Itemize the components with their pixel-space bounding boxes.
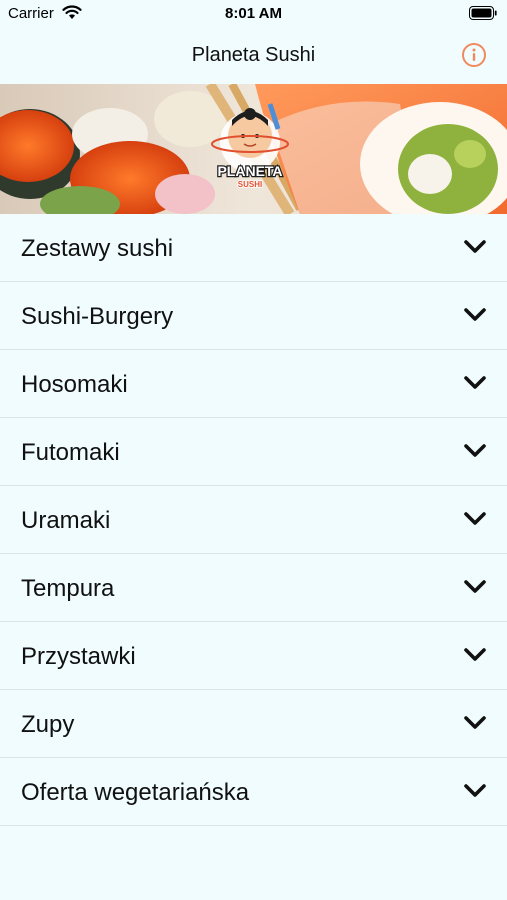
chevron-down-icon	[464, 376, 486, 389]
category-label: Zupy	[21, 711, 75, 738]
category-row[interactable]: Przystawki	[0, 622, 507, 690]
category-row[interactable]: Zupy	[0, 690, 507, 758]
category-label: Zestawy sushi	[21, 235, 174, 262]
category-row[interactable]: Sushi-Burgery	[0, 282, 507, 350]
category-row[interactable]: Tempura	[0, 554, 507, 622]
navigation-bar: Planeta Sushi	[0, 28, 507, 84]
category-list: Zestawy sushi Sushi-Burgery Hosomaki Futoma…	[0, 214, 507, 826]
category-label: Oferta wegetariańska	[21, 779, 250, 806]
battery-icon	[469, 6, 497, 20]
chevron-down-icon	[464, 784, 486, 797]
category-row[interactable]: Zestawy sushi	[0, 214, 507, 282]
chevron-down-icon	[464, 240, 486, 253]
sushi-photo: PLANETA SUSHI	[0, 84, 507, 214]
category-label: Hosomaki	[21, 371, 128, 398]
info-icon[interactable]	[461, 42, 487, 68]
category-label: Sushi-Burgery	[21, 303, 174, 330]
hero-banner: PLANETA SUSHI	[0, 84, 507, 214]
category-row[interactable]: Uramaki	[0, 486, 507, 554]
category-row[interactable]: Futomaki	[0, 418, 507, 486]
chevron-down-icon	[464, 512, 486, 525]
chevron-down-icon	[464, 716, 486, 729]
status-bar: Carrier 8:01 AM	[0, 0, 507, 28]
category-row[interactable]: Oferta wegetariańska	[0, 758, 507, 826]
page-title: Planeta Sushi	[191, 44, 316, 66]
chevron-down-icon	[464, 580, 486, 593]
category-row[interactable]: Hosomaki	[0, 350, 507, 418]
logo-text-top: PLANETA	[217, 163, 282, 179]
category-label: Tempura	[21, 575, 115, 602]
category-label: Uramaki	[21, 507, 111, 534]
category-label: Futomaki	[21, 439, 120, 466]
logo-text-bottom: SUSHI	[238, 180, 262, 189]
chevron-down-icon	[464, 648, 486, 661]
chevron-down-icon	[464, 444, 486, 457]
clock: 8:01 AM	[225, 5, 282, 22]
chevron-down-icon	[464, 308, 486, 321]
category-label: Przystawki	[21, 643, 136, 670]
